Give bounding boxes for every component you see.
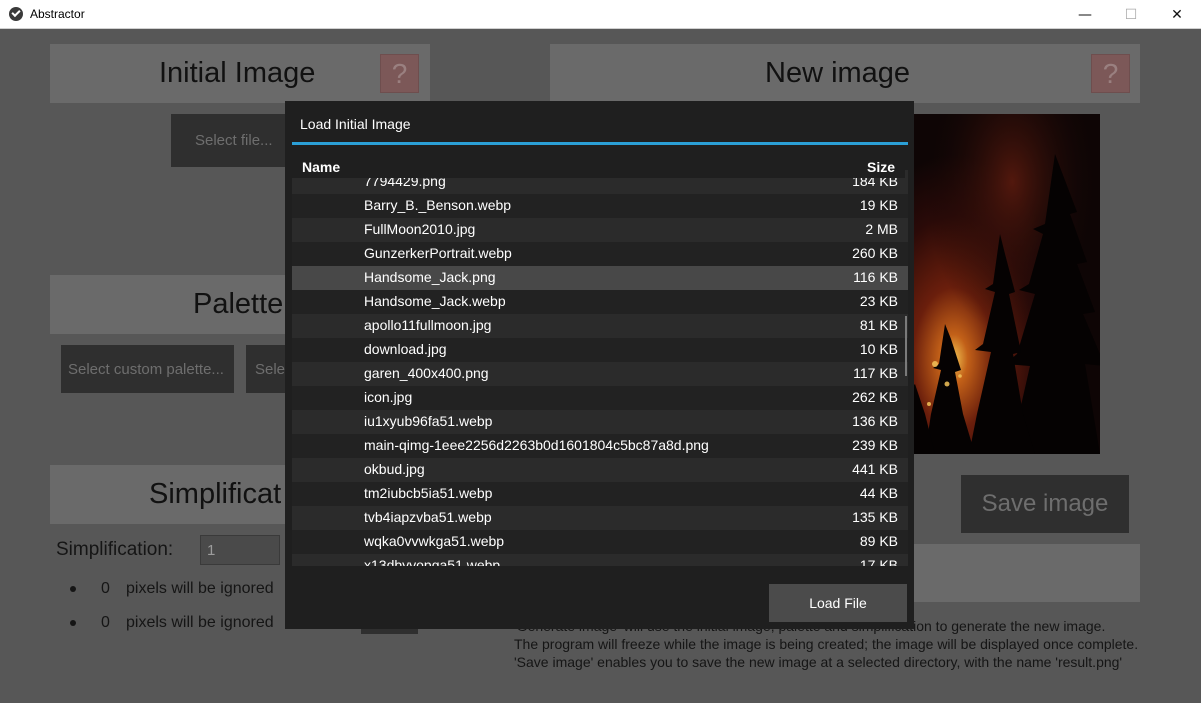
ignored-text: pixels will be ignored: [126, 580, 274, 597]
ignored-text: pixels will be ignored: [126, 614, 274, 631]
file-row[interactable]: garen_400x400.png 117 KB: [292, 362, 908, 386]
size-column-header[interactable]: Size: [867, 159, 895, 175]
file-size: 136 KB: [852, 413, 898, 429]
file-list-header: Name Size: [292, 156, 905, 178]
file-row[interactable]: Barry_B._Benson.webp 19 KB: [292, 194, 908, 218]
ignored-count: 0: [101, 614, 110, 631]
window-title: Abstractor: [30, 7, 85, 21]
simplification-title: Simplificat: [149, 478, 282, 510]
select-custom-palette-button[interactable]: Select custom palette...: [61, 345, 234, 393]
file-name: tm2iubcb5ia51.webp: [364, 485, 493, 501]
file-size: 2 MB: [865, 221, 898, 237]
simplification-header: Simplificat: [50, 465, 290, 524]
file-size: 260 KB: [852, 245, 898, 261]
file-size: 262 KB: [852, 389, 898, 405]
info-line: 'Save image' enables you to save the new…: [514, 654, 1123, 670]
file-size: 10 KB: [859, 341, 898, 357]
forest-fire-image: [905, 114, 1100, 454]
new-help-button[interactable]: ?: [1091, 54, 1130, 93]
file-size: 17 KB: [859, 557, 898, 566]
name-column-header[interactable]: Name: [302, 159, 340, 175]
file-name: x13dbyyopga51.webp: [364, 557, 501, 566]
file-size: 23 KB: [859, 293, 898, 309]
file-name: icon.jpg: [364, 389, 413, 405]
initial-image-header: Initial Image ?: [50, 44, 430, 103]
app-logo-icon: [9, 7, 23, 21]
new-image-preview: [905, 114, 1100, 454]
info-line: The program will freeze while the image …: [514, 636, 1139, 652]
file-row[interactable]: iu1xyub96fa51.webp 136 KB: [292, 410, 908, 434]
file-name: apollo11fullmoon.jpg: [364, 317, 492, 333]
file-size: 441 KB: [852, 461, 898, 477]
simplification-input[interactable]: 1: [200, 535, 280, 565]
file-row[interactable]: tvb4iapzvba51.webp 135 KB: [292, 506, 908, 530]
initial-help-button[interactable]: ?: [380, 54, 419, 93]
ignored-count: 0: [101, 580, 110, 597]
file-row[interactable]: Handsome_Jack.webp 23 KB: [292, 290, 908, 314]
file-list[interactable]: 7794429.png 184 KB Barry_B._Benson.webp 19 …: [292, 156, 908, 566]
file-row[interactable]: main-qimg-1eee2256d2263b0d1601804c5bc87a…: [292, 434, 908, 458]
initial-image-title: Initial Image: [159, 57, 316, 89]
file-name: iu1xyub96fa51.webp: [364, 413, 493, 429]
select-file-button[interactable]: Select file...: [171, 114, 289, 167]
file-size: 116 KB: [853, 269, 898, 285]
file-name: okbud.jpg: [364, 461, 425, 477]
file-size: 19 KB: [859, 197, 898, 213]
load-file-button[interactable]: Load File: [769, 584, 907, 622]
file-row[interactable]: wqka0vvwkga51.webp 89 KB: [292, 530, 908, 554]
file-row[interactable]: okbud.jpg 441 KB: [292, 458, 908, 482]
minimize-button[interactable]: —: [1062, 0, 1108, 29]
load-image-dialog: Load Initial Image 7794429.png 184 KB Barr…: [285, 101, 914, 629]
file-row[interactable]: GunzerkerPortrait.webp 260 KB: [292, 242, 908, 266]
palette-title: Palette: [193, 288, 284, 320]
file-size: 135 KB: [852, 509, 898, 525]
file-name: Handsome_Jack.webp: [364, 293, 506, 309]
file-row[interactable]: tm2iubcb5ia51.webp 44 KB: [292, 482, 908, 506]
bullet: [70, 586, 76, 592]
title-bar: Abstractor — ☐ ✕: [0, 0, 1201, 29]
file-size: 117 KB: [853, 365, 898, 381]
file-name: tvb4iapzvba51.webp: [364, 509, 492, 525]
file-name: download.jpg: [364, 341, 447, 357]
file-name: wqka0vvwkga51.webp: [364, 533, 505, 549]
file-rows: 7794429.png 184 KB Barry_B._Benson.webp 19 …: [292, 170, 908, 566]
file-name: Barry_B._Benson.webp: [364, 197, 512, 213]
simplification-label: Simplification:: [56, 539, 174, 560]
select-palette-button[interactable]: Sele: [246, 345, 290, 393]
save-image-button[interactable]: Save image: [961, 475, 1129, 533]
file-row[interactable]: x13dbyyopga51.webp 17 KB: [292, 554, 908, 566]
file-name: Handsome_Jack.png: [364, 269, 496, 285]
file-size: 239 KB: [852, 437, 898, 453]
file-name: garen_400x400.png: [364, 365, 489, 381]
palette-header: Palette: [50, 275, 290, 334]
file-name: GunzerkerPortrait.webp: [364, 245, 512, 261]
file-row[interactable]: download.jpg 10 KB: [292, 338, 908, 362]
new-image-title: New image: [765, 57, 911, 89]
file-size: 89 KB: [859, 533, 898, 549]
file-row[interactable]: apollo11fullmoon.jpg 81 KB: [292, 314, 908, 338]
close-button[interactable]: ✕: [1154, 0, 1200, 29]
file-row[interactable]: Handsome_Jack.png 116 KB: [292, 266, 908, 290]
file-name: main-qimg-1eee2256d2263b0d1601804c5bc87a…: [364, 437, 709, 453]
dialog-title-separator: [292, 142, 908, 145]
file-name: FullMoon2010.jpg: [364, 221, 476, 237]
maximize-button[interactable]: ☐: [1108, 0, 1154, 29]
status-bar: [905, 544, 1140, 602]
bullet: [70, 620, 76, 626]
file-row[interactable]: icon.jpg 262 KB: [292, 386, 908, 410]
file-row[interactable]: FullMoon2010.jpg 2 MB: [292, 218, 908, 242]
file-list-scrollbar[interactable]: [905, 316, 907, 376]
file-size: 44 KB: [859, 485, 898, 501]
dialog-title: Load Initial Image: [300, 116, 411, 132]
new-image-header: New image ?: [550, 44, 1140, 103]
file-size: 81 KB: [859, 317, 898, 333]
